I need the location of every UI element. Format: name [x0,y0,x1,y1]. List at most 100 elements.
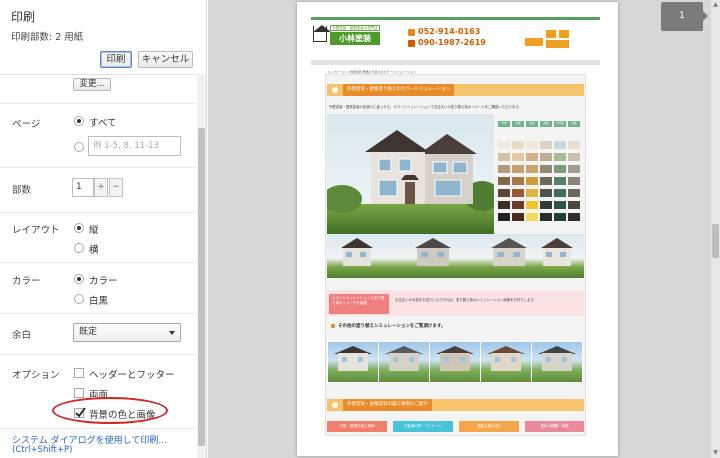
color-swatch [498,213,510,221]
header-button-1 [525,38,543,46]
pages-all-radio[interactable] [74,116,84,126]
color-swatch [568,153,580,161]
house-variations-image [327,234,584,278]
info-band-description: お住まいの写真をお送りいただければ、塗り替え後のシミュレーション画像をお作りしま… [395,298,537,302]
color-swatch [512,189,524,197]
color-swatch [526,141,538,149]
color-swatch [512,165,524,173]
copies-decrement-button[interactable]: − [109,178,123,197]
header-button-4 [546,40,569,48]
color-swatch [568,141,580,149]
cancel-button[interactable]: キャンセル [138,51,193,68]
phone-number-1: 052-914-0163 [418,27,481,36]
color-swatch [512,153,524,161]
panel-scrollbar-thumb[interactable] [198,128,205,446]
color-swatch [498,141,510,149]
color-swatch [554,177,566,185]
header-button-3 [559,30,569,38]
color-swatch [540,177,552,185]
section-heading-3: 外壁塗装・屋根塗装の施工事例のご紹介 [327,399,584,411]
change-destination-button[interactable]: 変更... [73,78,111,91]
color-swatch [540,213,552,221]
color-swatch [540,201,552,209]
header-footer-checkbox[interactable] [74,368,84,378]
swatch-header: 雨樋 [540,121,552,127]
layout-label: レイアウト [12,225,60,236]
color-swatch [526,213,538,221]
divider [0,74,206,75]
color-swatch [512,177,524,185]
color-swatch [526,153,538,161]
section-heading-1: 外壁塗装・屋根塗り替えのカラーシミュレーション [327,84,584,96]
sheet-count: 印刷部数: 2 用紙 [11,32,84,43]
house-icon [313,25,331,42]
simulation-thumbnail [531,341,583,383]
color-swatch [540,165,552,173]
copies-input[interactable]: 1 [72,178,94,197]
section-heading-2: その他の塗り替えシミュレーションをご覧頂けます。 [330,324,446,329]
color-swatch-chart: 外壁 屋根 破風 雨樋 付帯部 玄関 [498,121,582,231]
annotation-circle [52,397,168,424]
layout-portrait-radio[interactable] [74,223,84,233]
system-dialog-shortcut: (Ctrl+Shift+P) [12,445,73,455]
color-swatch [568,165,580,173]
logo-name: 小林塗装 [330,32,380,45]
print-button[interactable]: 印刷 [100,51,132,68]
divider [0,354,196,355]
copies-increment-button[interactable]: + [94,178,108,197]
color-swatch [554,189,566,197]
color-swatch [568,177,580,185]
simulation-thumbnail [480,341,532,383]
color-color-label: カラー [89,276,118,287]
divider [0,167,196,168]
link-button-2: お客様の声・アンケート [393,421,453,432]
color-swatch [526,165,538,173]
section-heading-3-text: 外壁塗装・屋根塗装の施工事例のご紹介 [343,399,432,411]
options-label: オプション [12,370,60,381]
color-swatch [526,177,538,185]
site-logo: 外壁塗装・屋根塗装の専門店 小林塗装 [312,22,382,56]
link-button-3: 塗装工事の流れ [459,421,519,432]
color-bw-radio[interactable] [74,294,84,304]
color-label: カラー [12,276,41,287]
color-swatch [554,201,566,209]
section-1-description: 外壁塗装・屋根塗装の色選びに迷ったら、カラーシミュレーションでお住まいの塗り替え… [329,105,522,109]
color-swatch [512,201,524,209]
mobile-icon [408,40,415,47]
layout-portrait-label: 縦 [89,225,99,236]
divider [0,103,196,104]
logo-subtitle: 外壁塗装・屋根塗装の専門店 [330,25,380,31]
scroll-down-arrow-icon[interactable]: ▼ [712,449,719,457]
color-swatch [540,189,552,197]
page-header-line [311,17,600,20]
color-swatch [554,213,566,221]
color-bw-label: 白黒 [89,296,109,307]
simulation-thumbnail [429,341,481,383]
simulation-thumbnail [378,341,430,383]
color-swatch [554,153,566,161]
layout-landscape-label: 横 [89,245,99,256]
house-variations-drawing [341,238,573,266]
divider [0,262,196,263]
margins-select[interactable]: 既定 [73,323,181,342]
page-nav-strip [311,60,600,65]
header-button-2 [546,30,556,38]
color-swatch [568,201,580,209]
preview-scrollbar-thumb[interactable] [712,224,719,258]
preview-page: 外壁塗装・屋根塗装の専門店 小林塗装 052-914-0163 090-1987… [297,2,618,456]
color-swatch [540,141,552,149]
phone-icon [408,29,415,36]
color-swatch [568,189,580,197]
link-button-4: 塗料の種類・特徴 [525,421,584,432]
pages-label: ページ [12,119,41,130]
divider [0,212,196,213]
color-swatch [512,141,524,149]
color-swatch [498,177,510,185]
pages-range-radio[interactable] [74,142,84,152]
scroll-up-arrow-icon[interactable]: ▲ [712,1,719,9]
color-swatch [554,165,566,173]
color-color-radio[interactable] [74,274,84,284]
pages-range-input[interactable]: 例 1-5, 8, 11-13 [88,136,181,156]
layout-landscape-radio[interactable] [74,243,84,253]
duplex-checkbox[interactable] [74,388,84,398]
